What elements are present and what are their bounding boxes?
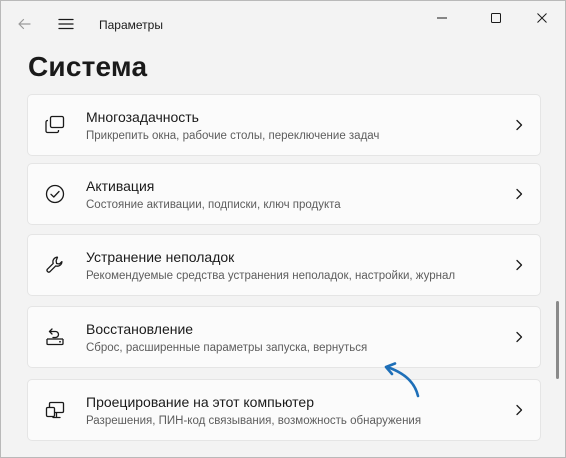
chevron-right-icon	[512, 403, 526, 417]
item-title: Проецирование на этот компьютер	[86, 394, 314, 410]
settings-item-projection[interactable]: Проецирование на этот компьютер Разрешен…	[27, 379, 541, 441]
minimize-icon[interactable]	[419, 3, 465, 33]
projection-icon	[43, 398, 67, 422]
annotation-arrow-icon	[384, 362, 420, 398]
arrow-left-icon[interactable]	[9, 9, 39, 39]
item-title: Устранение неполадок	[86, 249, 235, 265]
item-description: Разрешения, ПИН-код связывания, возможно…	[86, 415, 422, 427]
item-description: Рекомендуемые средства устранения непола…	[86, 270, 456, 282]
item-description: Состояние активации, подписки, ключ прод…	[86, 199, 341, 211]
settings-window: Параметры Система Многозадачность Прикре…	[0, 0, 566, 458]
multitasking-icon	[43, 113, 67, 137]
close-icon[interactable]	[519, 3, 565, 33]
item-title: Активация	[86, 178, 155, 194]
settings-item-troubleshoot[interactable]: Устранение неполадок Рекомендуемые средс…	[27, 234, 541, 296]
settings-item-multitasking[interactable]: Многозадачность Прикрепить окна, рабочие…	[27, 94, 541, 156]
settings-item-activation[interactable]: Активация Состояние активации, подписки,…	[27, 163, 541, 225]
maximize-icon[interactable]	[473, 3, 519, 33]
chevron-right-icon	[512, 118, 526, 132]
title-bar: Параметры	[1, 1, 565, 49]
chevron-right-icon	[512, 258, 526, 272]
item-description: Прикрепить окна, рабочие столы, переключ…	[86, 130, 380, 142]
hamburger-icon[interactable]	[51, 9, 81, 39]
page-title: Система	[28, 51, 148, 82]
chevron-right-icon	[512, 187, 526, 201]
item-title: Восстановление	[86, 321, 194, 337]
recovery-icon	[43, 325, 67, 349]
settings-item-recovery[interactable]: Восстановление Сброс, расширенные параме…	[27, 306, 541, 368]
item-description: Сброс, расширенные параметры запуска, ве…	[86, 342, 368, 354]
chevron-right-icon	[512, 330, 526, 344]
scrollbar-thumb[interactable]	[556, 301, 559, 379]
check-circle-icon	[43, 182, 67, 206]
wrench-icon	[43, 253, 67, 277]
app-title: Параметры	[99, 18, 163, 32]
item-title: Многозадачность	[86, 109, 199, 125]
